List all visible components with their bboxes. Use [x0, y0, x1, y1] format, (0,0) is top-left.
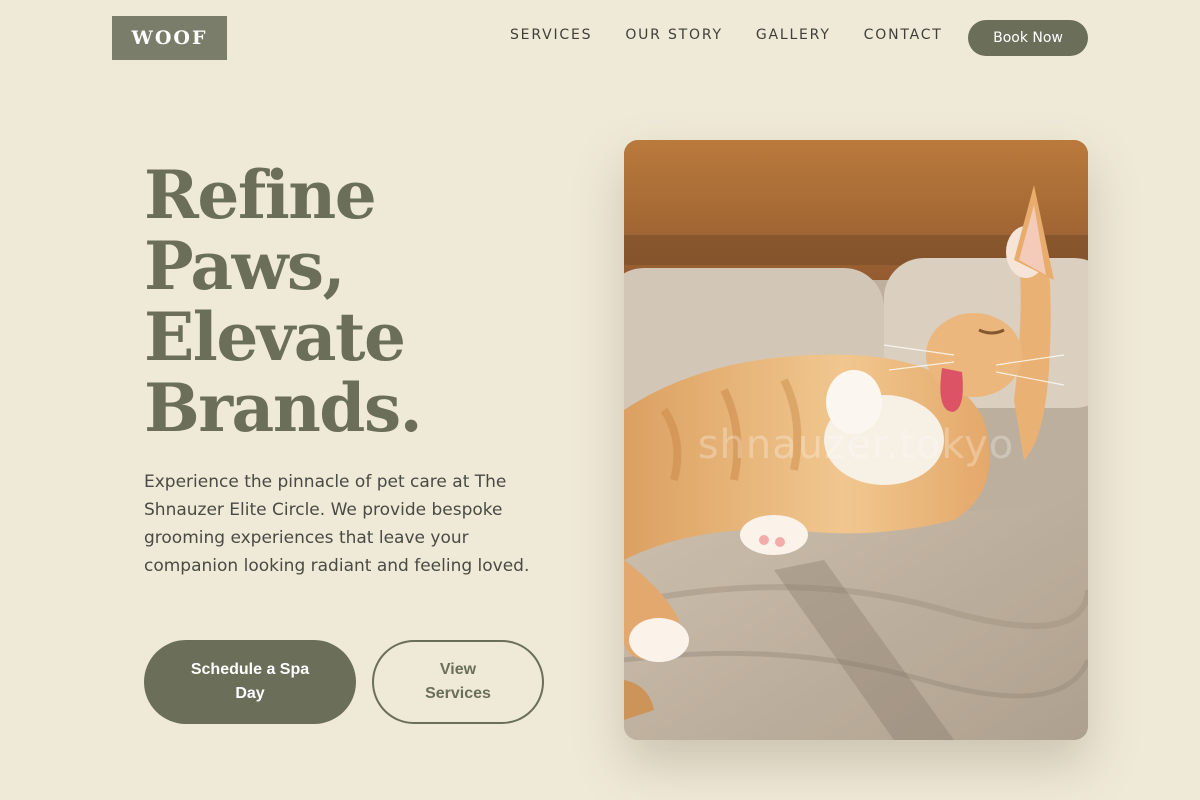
hero-title-line: Brands. — [144, 369, 423, 447]
nav-link-gallery[interactable]: GALLERY — [756, 27, 831, 43]
image-watermark: shnauzer.tokyo — [697, 422, 1015, 468]
nav-link-contact[interactable]: CONTACT — [864, 27, 943, 43]
main-nav: SERVICES OUR STORY GALLERY CONTACT — [510, 27, 976, 43]
book-now-button[interactable]: Book Now — [968, 20, 1088, 56]
hero-title-line: Elevate — [144, 298, 406, 376]
hero-title-line: Paws, — [144, 227, 346, 305]
hero-title: Refine Paws, Elevate Brands. — [144, 160, 584, 444]
hero-description: Experience the pinnacle of pet care at T… — [144, 472, 530, 576]
page: WOOF SERVICES OUR STORY GALLERY CONTACT … — [0, 0, 1200, 800]
hero-cat-photo: shnauzer.tokyo — [624, 140, 1088, 740]
nav-link-services[interactable]: SERVICES — [510, 27, 592, 43]
view-services-button[interactable]: View Services — [372, 640, 544, 724]
hero-title-line: Refine — [144, 156, 377, 234]
brand-logo[interactable]: WOOF — [112, 16, 227, 60]
nav-link-our-story[interactable]: OUR STORY — [625, 27, 723, 43]
schedule-spa-day-button[interactable]: Schedule a Spa Day — [144, 640, 356, 724]
